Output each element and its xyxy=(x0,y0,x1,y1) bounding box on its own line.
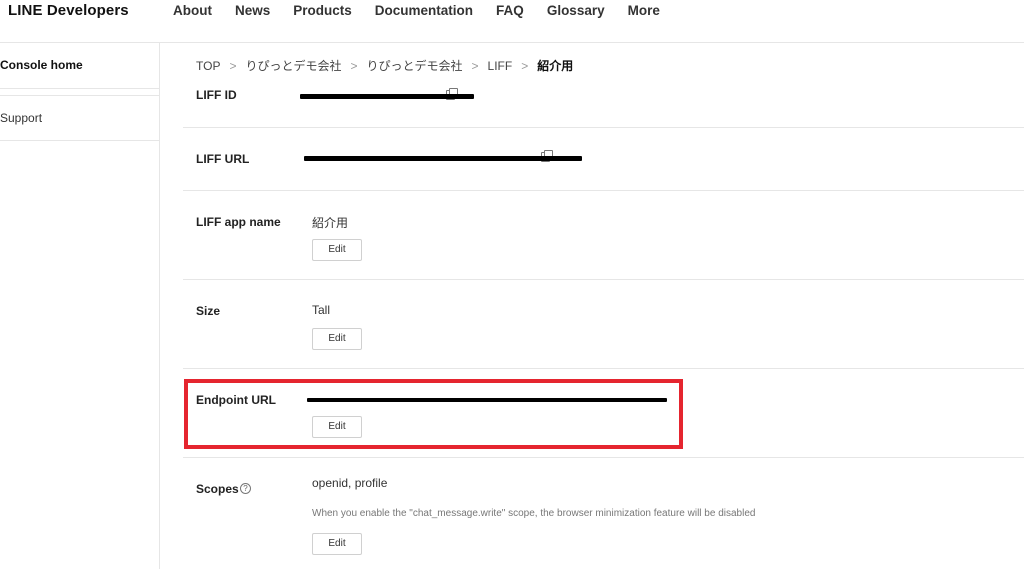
top-nav: LINE Developers About News Products Docu… xyxy=(0,0,1024,43)
breadcrumb-separator: > xyxy=(471,58,479,73)
breadcrumb-separator: > xyxy=(229,58,237,73)
breadcrumb-liff[interactable]: LIFF xyxy=(488,59,513,73)
size-value: Tall xyxy=(312,303,331,317)
liff-id-label: LIFF ID xyxy=(196,88,237,102)
breadcrumb-separator: > xyxy=(350,58,358,73)
sidebar-item-support[interactable]: Support xyxy=(0,95,159,141)
nav-more[interactable]: More xyxy=(628,3,660,18)
breadcrumb-separator: > xyxy=(521,58,529,73)
sidebar-item-label: Support xyxy=(0,111,43,125)
breadcrumb-provider[interactable]: りぴっとデモ会社 xyxy=(245,57,341,74)
brand-logo[interactable]: LINE Developers xyxy=(8,2,129,19)
liff-id-row: LIFF ID xyxy=(183,86,1024,128)
nav-glossary[interactable]: Glossary xyxy=(547,3,605,18)
app-name-value: 紹介用 xyxy=(312,216,349,230)
liff-url-row: LIFF URL xyxy=(183,128,1024,191)
app-name-row: LIFF app name 紹介用 Edit xyxy=(183,191,1024,280)
nav-documentation[interactable]: Documentation xyxy=(375,3,473,18)
scopes-note: When you enable the "chat_message.write"… xyxy=(312,508,756,519)
edit-scopes-button[interactable]: Edit xyxy=(312,533,362,555)
sidebar-item-label: Console home xyxy=(0,58,83,72)
nav-links: About News Products Documentation FAQ Gl… xyxy=(173,3,683,18)
redaction-bar xyxy=(304,156,582,161)
size-row: Size Tall Edit xyxy=(183,280,1024,369)
breadcrumb-top[interactable]: TOP xyxy=(196,59,220,73)
scopes-label: Scopes xyxy=(196,482,239,496)
nav-faq[interactable]: FAQ xyxy=(496,3,524,18)
edit-size-button[interactable]: Edit xyxy=(312,328,362,350)
app-name-label: LIFF app name xyxy=(196,215,281,229)
sidebar-item-console-home[interactable]: Console home xyxy=(0,43,159,89)
size-label: Size xyxy=(196,304,221,318)
sidebar: Console home Support xyxy=(0,43,160,569)
breadcrumb-current: 紹介用 xyxy=(537,59,574,73)
scopes-row: Scopes ? openid, profile When you enable… xyxy=(183,458,1024,569)
scopes-value: openid, profile xyxy=(312,476,388,490)
nav-products[interactable]: Products xyxy=(293,3,352,18)
edit-app-name-button[interactable]: Edit xyxy=(312,239,362,261)
redaction-bar xyxy=(300,94,474,99)
help-icon[interactable]: ? xyxy=(240,483,251,494)
breadcrumb: TOP > りぴっとデモ会社 > りぴっとデモ会社 > LIFF > 紹介用 xyxy=(196,57,573,74)
breadcrumb-channel[interactable]: りぴっとデモ会社 xyxy=(367,57,463,74)
nav-about[interactable]: About xyxy=(173,3,212,18)
nav-news[interactable]: News xyxy=(235,3,270,18)
highlight-box xyxy=(184,379,683,449)
liff-url-label: LIFF URL xyxy=(196,152,250,166)
